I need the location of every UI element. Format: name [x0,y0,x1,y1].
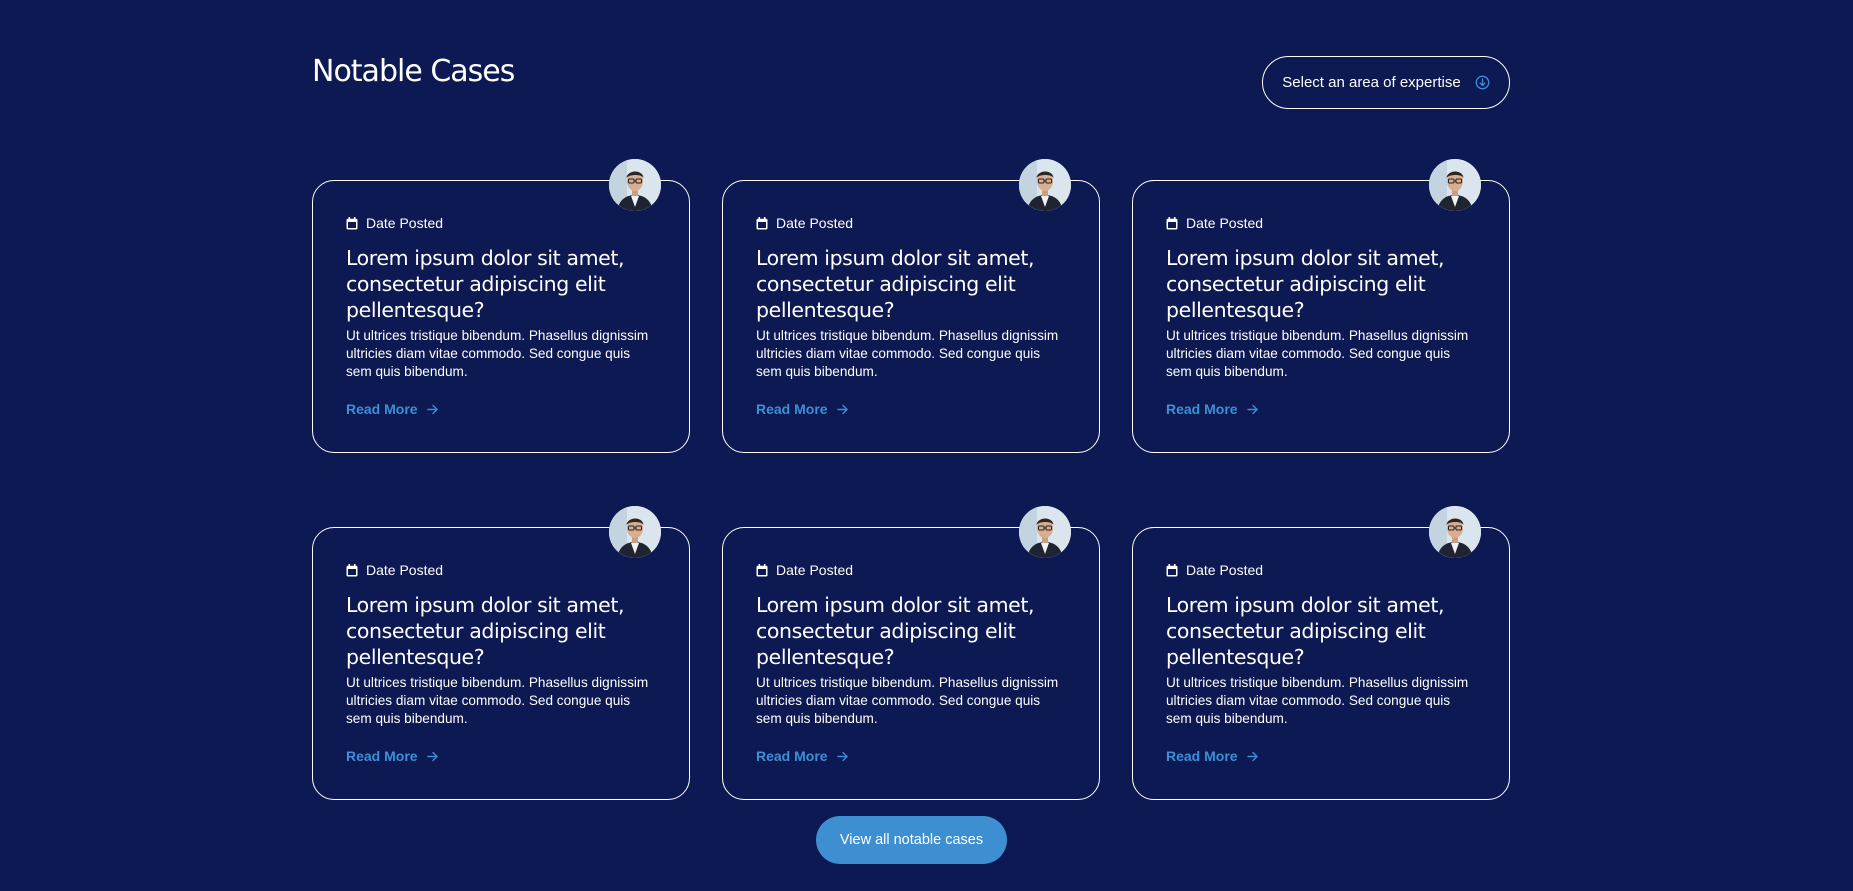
date-label: Date Posted [1186,215,1264,231]
author-avatar [1429,506,1481,558]
case-title: Lorem ipsum dolor sit amet, consectetur … [756,593,1035,669]
arrow-right-icon [1246,750,1259,763]
author-avatar [1019,159,1071,211]
date-posted: Date Posted [346,213,657,233]
calendar-icon [346,216,358,230]
author-avatar [1429,159,1481,211]
read-more-label: Read More [756,748,828,764]
calendar-icon [756,563,768,577]
read-more-link[interactable]: Read More [346,748,439,764]
case-excerpt: Ut ultrices tristique bibendum. Phasellu… [756,328,1059,379]
read-more-link[interactable]: Read More [1166,748,1259,764]
case-title: Lorem ipsum dolor sit amet, consectetur … [346,246,625,322]
case-title: Lorem ipsum dolor sit amet, consectetur … [756,246,1035,322]
read-more-label: Read More [346,748,418,764]
calendar-icon [756,216,768,230]
arrow-down-circle-icon [1475,75,1490,90]
case-card: Date Posted Lorem ipsum dolor sit amet, … [722,159,1100,453]
read-more-link[interactable]: Read More [756,401,849,417]
read-more-label: Read More [1166,748,1238,764]
arrow-right-icon [1246,403,1259,416]
case-excerpt: Ut ultrices tristique bibendum. Phasellu… [756,675,1059,726]
case-card: Date Posted Lorem ipsum dolor sit amet, … [1132,159,1510,453]
read-more-link[interactable]: Read More [1166,401,1259,417]
section-title: Notable Cases [312,54,515,89]
arrow-right-icon [836,403,849,416]
case-excerpt: Ut ultrices tristique bibendum. Phasellu… [346,675,649,726]
case-excerpt: Ut ultrices tristique bibendum. Phasellu… [1166,328,1469,379]
case-card: Date Posted Lorem ipsum dolor sit amet, … [1132,506,1510,800]
date-label: Date Posted [776,562,854,578]
case-card: Date Posted Lorem ipsum dolor sit amet, … [722,506,1100,800]
date-posted: Date Posted [756,560,1067,580]
read-more-link[interactable]: Read More [756,748,849,764]
arrow-right-icon [836,750,849,763]
calendar-icon [346,563,358,577]
cases-grid: Date Posted Lorem ipsum dolor sit amet, … [312,159,1511,800]
author-avatar [609,506,661,558]
view-all-cases-button[interactable]: View all notable cases [816,816,1007,864]
case-title: Lorem ipsum dolor sit amet, consectetur … [1166,593,1445,669]
calendar-icon [1166,563,1178,577]
date-label: Date Posted [1186,562,1264,578]
case-title: Lorem ipsum dolor sit amet, consectetur … [1166,246,1445,322]
case-card: Date Posted Lorem ipsum dolor sit amet, … [312,506,690,800]
read-more-label: Read More [346,401,418,417]
author-avatar [609,159,661,211]
date-posted: Date Posted [1166,213,1477,233]
read-more-link[interactable]: Read More [346,401,439,417]
read-more-label: Read More [756,401,828,417]
arrow-right-icon [426,750,439,763]
date-posted: Date Posted [756,213,1067,233]
case-excerpt: Ut ultrices tristique bibendum. Phasellu… [1166,675,1469,726]
arrow-right-icon [426,403,439,416]
date-label: Date Posted [776,215,854,231]
case-excerpt: Ut ultrices tristique bibendum. Phasellu… [346,328,649,379]
expertise-filter-label: Select an area of expertise [1282,74,1461,91]
expertise-filter-button[interactable]: Select an area of expertise [1262,56,1510,109]
calendar-icon [1166,216,1178,230]
notable-cases-section: Notable Cases Select an area of expertis… [0,0,1853,891]
date-label: Date Posted [366,562,444,578]
author-avatar [1019,506,1071,558]
date-label: Date Posted [366,215,444,231]
read-more-label: Read More [1166,401,1238,417]
date-posted: Date Posted [1166,560,1477,580]
case-card: Date Posted Lorem ipsum dolor sit amet, … [312,159,690,453]
case-title: Lorem ipsum dolor sit amet, consectetur … [346,593,625,669]
date-posted: Date Posted [346,560,657,580]
